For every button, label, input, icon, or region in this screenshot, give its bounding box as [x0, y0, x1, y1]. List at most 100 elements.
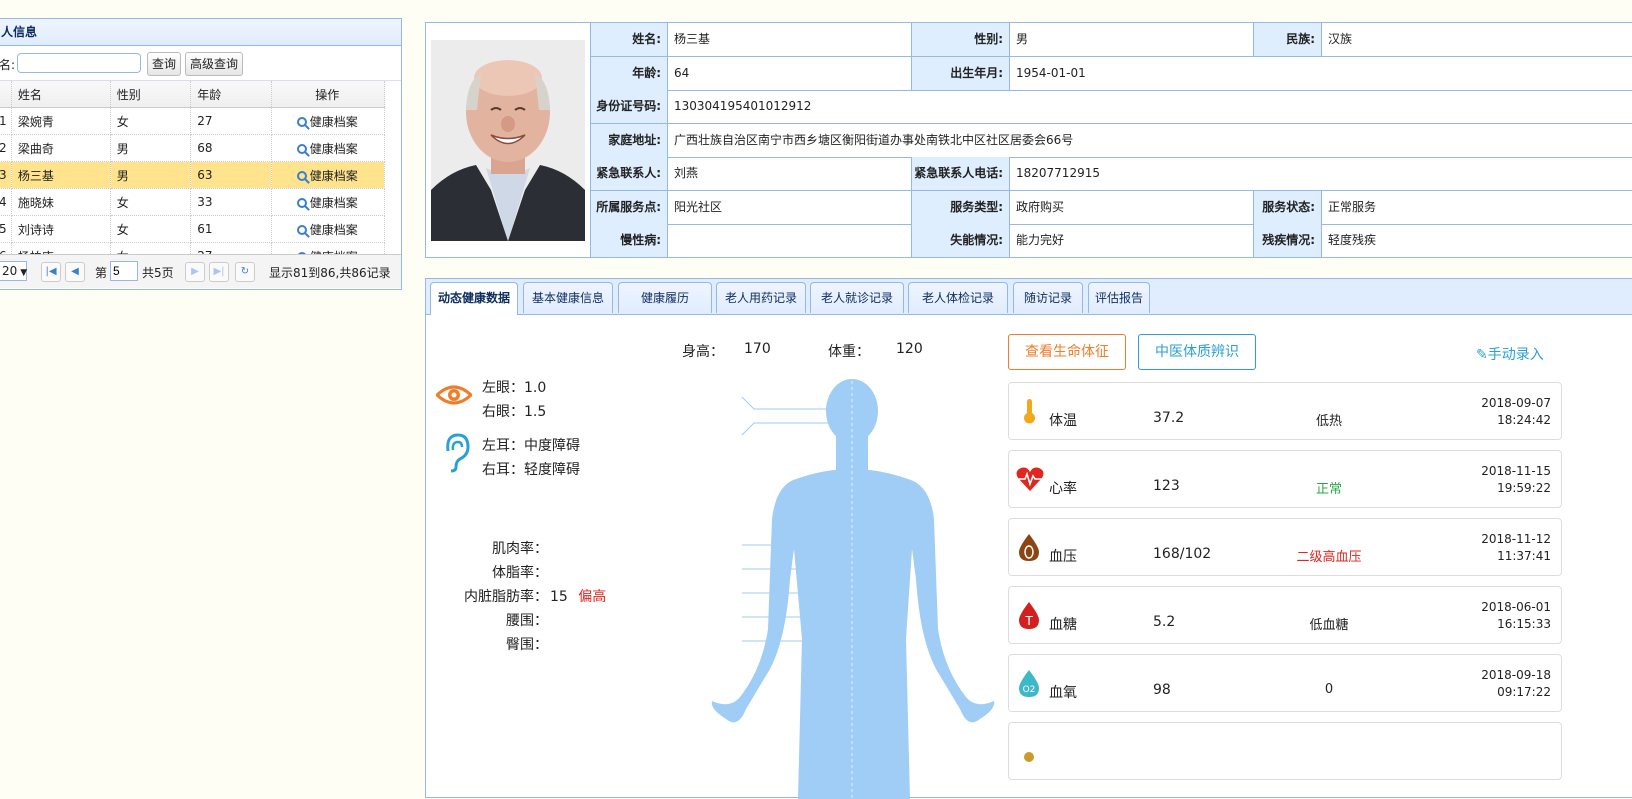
- cell-gender: 男: [110, 134, 192, 162]
- search-input[interactable]: [17, 53, 141, 73]
- cell-name: 刘诗诗: [11, 215, 111, 243]
- cell-age: 33: [190, 188, 272, 216]
- value-age: 64: [668, 57, 912, 91]
- cell-gender: 女: [110, 107, 192, 135]
- table-row[interactable]: 4施晓妹女33 健康档案: [0, 188, 386, 216]
- chevron-down-icon: ▼: [20, 268, 28, 278]
- label-service-status: 服务状态:: [1254, 191, 1322, 225]
- prev-page-button[interactable]: ◀: [65, 262, 85, 282]
- tab-0[interactable]: 动态健康数据: [430, 282, 518, 315]
- vital-date: 2018-11-12: [1481, 532, 1551, 546]
- health-record-link[interactable]: 健康档案: [296, 142, 358, 156]
- vital-time: 18:24:42: [1497, 413, 1551, 427]
- visceral-fat-value: 15: [550, 589, 568, 605]
- vital-value: 168/102: [1153, 546, 1212, 562]
- health-record-link[interactable]: 健康档案: [296, 223, 358, 237]
- page-total: 共5页: [142, 266, 174, 280]
- vital-datetime: 2018-09-18 09:17:22: [1481, 667, 1551, 701]
- last-page-button[interactable]: ▶|: [209, 262, 229, 282]
- health-record-link[interactable]: 健康档案: [296, 196, 358, 210]
- vital-status: 正常: [1315, 482, 1342, 497]
- column-header-age[interactable]: 年龄: [190, 81, 272, 108]
- tab-6[interactable]: 随访记录: [1013, 282, 1083, 313]
- cell-age: 68: [190, 134, 272, 162]
- label-name: 姓名:: [590, 23, 668, 57]
- value-id-number: 130304195401012912: [668, 90, 1632, 124]
- vital-date: 2018-09-18: [1481, 668, 1551, 682]
- pencil-icon: ✎: [1476, 347, 1488, 363]
- cell-age: 63: [190, 161, 272, 189]
- vital-datetime: 2018-06-01 16:15:33: [1481, 599, 1551, 633]
- vital-card-partial[interactable]: [1008, 722, 1562, 780]
- vital-date: 2018-09-07: [1481, 396, 1551, 410]
- label-age: 年龄:: [590, 57, 668, 91]
- row-number: 5: [0, 215, 12, 243]
- tcm-constitution-button[interactable]: 中医体质辨识: [1138, 334, 1256, 370]
- table-row[interactable]: 3杨三基男63 健康档案: [0, 161, 386, 189]
- vital-time: 16:15:33: [1497, 617, 1551, 631]
- next-page-button[interactable]: ▶: [185, 262, 205, 282]
- blood-pressure-icon: [1015, 533, 1043, 561]
- elder-list-panel: 人信息 名: 查询 高级查询 姓名 性别 年龄 操作 1梁婉青女27健康档案2梁…: [0, 18, 402, 290]
- first-page-button[interactable]: |◀: [41, 262, 61, 282]
- vital-card[interactable]: 心率 123 正常 2018-11-15 19:59:22: [1008, 450, 1562, 508]
- health-record-link[interactable]: 健康档案: [296, 115, 358, 129]
- label-emergency-contact: 紧急联系人:: [590, 157, 668, 191]
- vital-name: 体温: [1049, 413, 1077, 429]
- body-fat-label: 体脂率：: [492, 565, 548, 581]
- refresh-button[interactable]: ↻: [235, 262, 255, 282]
- page-size-value: 20: [2, 264, 18, 278]
- table-row[interactable]: 1梁婉青女27 健康档案: [0, 107, 386, 135]
- muscle-rate-value: [550, 537, 606, 561]
- value-emergency-phone: 18207712915: [1010, 157, 1632, 191]
- tab-4[interactable]: 老人就诊记录: [810, 282, 904, 313]
- cell-gender: 女: [110, 215, 192, 243]
- value-birth: 1954-01-01: [1010, 57, 1632, 91]
- blood-sugar-icon: T: [1015, 601, 1043, 629]
- vital-time: 19:59:22: [1497, 481, 1551, 495]
- view-vital-signs-button[interactable]: 查看生命体征: [1008, 334, 1126, 370]
- vital-date: 2018-11-15: [1481, 464, 1551, 478]
- height-label: 身高：: [682, 344, 724, 360]
- vital-status: 低血糖: [1309, 618, 1349, 633]
- tab-3[interactable]: 老人用药记录: [716, 282, 806, 313]
- cell-age: 27: [190, 107, 272, 135]
- tab-7[interactable]: 评估报告: [1088, 282, 1150, 313]
- health-record-link[interactable]: 健康档案: [296, 169, 358, 183]
- cell-gender: 男: [110, 161, 192, 189]
- query-button[interactable]: 查询: [147, 52, 182, 76]
- vital-datetime: 2018-11-15 19:59:22: [1481, 463, 1551, 497]
- tab-2[interactable]: 健康履历: [618, 282, 712, 313]
- svg-text:O2: O2: [1023, 685, 1036, 695]
- tab-5[interactable]: 老人体检记录: [908, 282, 1008, 313]
- visceral-fat-status: 偏高: [578, 589, 607, 605]
- table-row[interactable]: 2梁曲奇男68 健康档案: [0, 134, 386, 162]
- advanced-query-button[interactable]: 高级查询: [185, 52, 244, 76]
- label-gender: 性别:: [912, 23, 1010, 57]
- next-page-icon: ▶: [191, 266, 199, 277]
- height-value: 170: [744, 341, 771, 357]
- page-size-select[interactable]: 20 ▼: [0, 261, 27, 281]
- value-service-point: 阳光社区: [668, 191, 912, 225]
- column-header-action[interactable]: 操作: [271, 81, 386, 108]
- page-number-input[interactable]: [110, 261, 138, 281]
- pager: 20▼ |◀ ◀ 第 共5页 ▶ ▶| ↻ 显示81到86,共86记录: [0, 254, 401, 288]
- vital-card[interactable]: 血压 168/102 二级高血压 2018-11-12 11:37:41: [1008, 518, 1562, 576]
- column-header-name[interactable]: 姓名: [11, 81, 111, 108]
- tab-1[interactable]: 基本健康信息: [523, 282, 613, 313]
- column-header-gender[interactable]: 性别: [110, 81, 192, 108]
- label-ethnic: 民族:: [1254, 23, 1322, 57]
- label-service-type: 服务类型:: [912, 191, 1010, 225]
- table-row[interactable]: 5刘诗诗女61 健康档案: [0, 215, 386, 243]
- portrait-image: [431, 40, 585, 241]
- manual-entry-link[interactable]: ✎手动录入: [1476, 344, 1544, 364]
- vital-card[interactable]: T 血糖 5.2 低血糖 2018-06-01 16:15:33: [1008, 586, 1562, 644]
- label-address: 家庭地址:: [590, 124, 668, 158]
- cell-name: 杨三基: [11, 161, 111, 189]
- vital-card[interactable]: O2 血氧 98 0 2018-09-18 09:17:22: [1008, 654, 1562, 712]
- tab-bar: 动态健康数据 基本健康信息 健康履历 老人用药记录 老人就诊记录 老人体检记录 随访记录 评估…: [426, 279, 1632, 315]
- row-number: 2: [0, 134, 12, 162]
- vital-name: 血氧: [1049, 685, 1077, 701]
- value-disability: 能力完好: [1010, 224, 1254, 258]
- vital-card[interactable]: 体温 37.2 低热 2018-09-07 18:24:42: [1008, 382, 1562, 440]
